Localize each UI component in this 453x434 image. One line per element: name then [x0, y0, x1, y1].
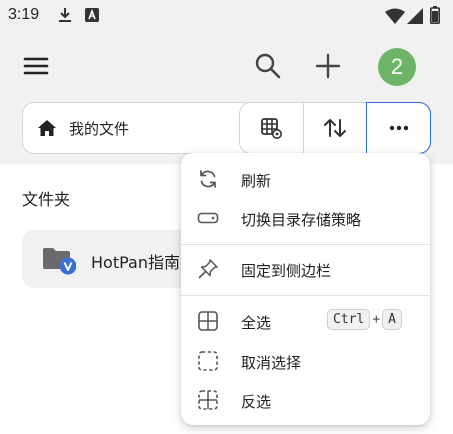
deselect-icon — [198, 351, 218, 371]
search-icon[interactable] — [253, 51, 283, 81]
view-controls — [239, 102, 432, 154]
battery-icon — [430, 6, 440, 24]
shortcut-key-ctrl: Ctrl — [327, 309, 371, 330]
storage-toggle-icon — [197, 212, 219, 224]
context-menu: 刷新 切换目录存储策略 固定到侧边栏 全选 Ctrl + A 取消选择 反选 — [181, 153, 430, 425]
pin-icon — [198, 259, 218, 279]
menu-item-label: 固定到侧边栏 — [241, 262, 332, 280]
status-time: 3:19 — [8, 6, 40, 23]
breadcrumb[interactable]: 我的文件 — [22, 102, 256, 154]
status-bar: 3:19 — [0, 0, 453, 32]
grid-settings-icon — [261, 118, 283, 139]
menu-item-label: 切换目录存储策略 — [241, 211, 362, 229]
breadcrumb-label: 我的文件 — [69, 119, 130, 138]
add-icon[interactable] — [313, 51, 343, 81]
menu-divider — [181, 244, 430, 245]
sort-button[interactable] — [302, 103, 367, 153]
shortcut-key-a: A — [382, 309, 402, 330]
more-icon — [389, 125, 408, 131]
folder-name: HotPan指南 — [91, 253, 180, 272]
menu-item-label: 反选 — [241, 393, 272, 411]
wifi-icon — [385, 8, 405, 24]
section-title: 文件夹 — [22, 190, 71, 209]
home-icon — [38, 120, 56, 136]
app-bar: 2 我的文件 — [0, 32, 453, 164]
signal-icon — [407, 8, 423, 24]
select-all-shortcut: Ctrl + A — [327, 309, 402, 330]
menu-item-refresh[interactable]: 刷新 — [181, 159, 430, 199]
more-button[interactable] — [366, 102, 432, 154]
menu-item-pin-sidebar[interactable]: 固定到侧边栏 — [181, 249, 430, 289]
sort-icon — [324, 119, 346, 137]
select-all-icon — [198, 311, 218, 331]
avatar[interactable]: 2 — [378, 48, 416, 86]
folder-icon — [43, 248, 76, 275]
refresh-icon — [200, 170, 216, 188]
menu-item-deselect[interactable]: 取消选择 — [181, 341, 430, 381]
invert-selection-icon — [198, 390, 218, 410]
menu-divider — [181, 295, 430, 296]
menu-item-select-all[interactable]: 全选 Ctrl + A — [181, 301, 430, 341]
a-notification-icon — [85, 8, 99, 22]
menu-item-invert-selection[interactable]: 反选 — [181, 380, 430, 420]
download-icon — [59, 8, 71, 22]
menu-item-label: 全选 — [241, 314, 272, 332]
grid-view-button[interactable] — [240, 103, 303, 153]
menu-icon[interactable] — [22, 54, 50, 78]
menu-item-label: 取消选择 — [241, 354, 302, 372]
menu-item-label: 刷新 — [241, 172, 272, 190]
shortcut-separator: + — [372, 312, 381, 327]
menu-item-toggle-storage[interactable]: 切换目录存储策略 — [181, 198, 430, 238]
